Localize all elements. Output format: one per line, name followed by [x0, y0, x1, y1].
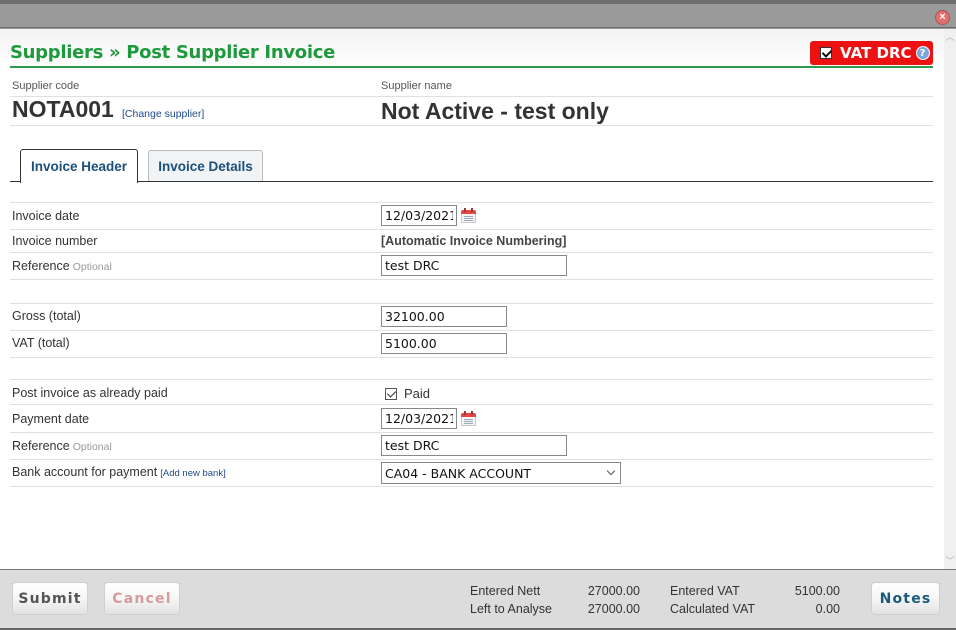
divider	[10, 486, 933, 487]
gross-total-label: Gross (total)	[12, 309, 81, 323]
entered-vat-value: 5100.00	[794, 584, 840, 598]
footer-bar: Submit Cancel Entered Nett 27000.00 Left…	[0, 569, 956, 630]
divider	[10, 202, 933, 203]
tab-invoice-details[interactable]: Invoice Details	[148, 150, 263, 182]
modal-titlebar: ×	[0, 4, 956, 28]
vat-total-label: VAT (total)	[12, 336, 70, 350]
payment-date-input[interactable]	[381, 408, 457, 429]
divider	[10, 432, 933, 433]
invoice-number-label: Invoice number	[12, 234, 98, 248]
supplier-code-label: Supplier code	[12, 80, 80, 92]
notes-button[interactable]: Notes	[871, 582, 940, 615]
payment-date-label: Payment date	[12, 412, 90, 426]
paid-checkbox[interactable]	[385, 387, 397, 400]
calculated-vat-value: 0.00	[815, 602, 840, 616]
scroll-down-icon[interactable]: ﹀	[944, 555, 956, 567]
add-new-bank-link[interactable]: [Add new bank]	[160, 468, 226, 479]
supplier-name: Not Active - test only	[381, 98, 609, 124]
optional-hint: Optional	[72, 441, 112, 453]
invoice-number-value: [Automatic Invoice Numbering]	[381, 234, 567, 248]
page-title: Suppliers » Post Supplier Invoice	[10, 42, 335, 63]
invoice-reference-label: Reference Optional	[12, 259, 112, 273]
vat-drc-toggle[interactable]: VAT DRC ?	[810, 41, 933, 65]
divider	[10, 229, 933, 230]
divider	[10, 303, 933, 304]
vat-drc-label: VAT DRC	[840, 44, 912, 62]
left-to-analyse-value: 27000.00	[587, 602, 640, 616]
scroll-up-icon[interactable]: ︿	[944, 31, 956, 43]
help-icon[interactable]: ?	[915, 46, 930, 60]
entered-nett-value: 27000.00	[587, 584, 640, 598]
divider	[10, 459, 933, 460]
vertical-scrollbar[interactable]: ︿ ﹀	[944, 29, 956, 569]
divider	[10, 379, 933, 380]
optional-hint: Optional	[72, 261, 112, 273]
divider	[10, 252, 933, 253]
bank-account-selected: CA04 - BANK ACCOUNT	[385, 466, 532, 481]
entered-vat-label: Entered VAT	[670, 584, 740, 598]
paid-checkbox-label: Paid	[404, 386, 431, 401]
divider	[10, 125, 933, 126]
invoice-reference-input[interactable]	[381, 255, 567, 276]
tabs-baseline	[10, 181, 933, 182]
entered-nett-label: Entered Nett	[470, 584, 541, 598]
calculated-vat-label: Calculated VAT	[670, 602, 755, 616]
reference-label-text: Reference	[12, 439, 70, 453]
change-supplier-link[interactable]: [Change supplier]	[122, 108, 204, 120]
divider	[10, 357, 933, 358]
payment-reference-label: Reference Optional	[12, 439, 112, 453]
divider	[10, 96, 933, 97]
vat-drc-checkbox[interactable]	[820, 47, 832, 59]
modal-body: Suppliers » Post Supplier Invoice VAT DR…	[0, 29, 944, 569]
supplier-name-label: Supplier name	[381, 80, 452, 92]
supplier-code: NOTA001	[12, 96, 114, 122]
bank-account-label: Bank account for payment [Add new bank]	[12, 465, 226, 479]
submit-button[interactable]: Submit	[12, 582, 88, 615]
reference-label-text: Reference	[12, 259, 70, 273]
tab-invoice-header[interactable]: Invoice Header	[20, 149, 138, 183]
close-icon[interactable]: ×	[935, 10, 950, 25]
paid-checkbox-wrap[interactable]: Paid	[385, 386, 430, 401]
cancel-button[interactable]: Cancel	[104, 582, 180, 615]
post-as-paid-label: Post invoice as already paid	[12, 386, 168, 400]
invoice-date-label: Invoice date	[12, 209, 80, 223]
divider	[10, 404, 933, 405]
invoice-date-input[interactable]	[381, 205, 457, 226]
calendar-icon[interactable]	[461, 208, 476, 223]
bank-account-label-text: Bank account for payment	[12, 465, 158, 479]
left-to-analyse-label: Left to Analyse	[470, 602, 553, 616]
payment-reference-input[interactable]	[381, 435, 567, 456]
divider	[10, 330, 933, 331]
title-divider	[10, 66, 933, 68]
bank-account-select[interactable]: CA04 - BANK ACCOUNT	[381, 462, 621, 484]
vat-total-input[interactable]	[381, 333, 507, 354]
gross-total-input[interactable]	[381, 306, 507, 327]
calendar-icon[interactable]	[461, 411, 476, 426]
chevron-down-icon	[606, 466, 616, 476]
divider	[10, 279, 933, 280]
